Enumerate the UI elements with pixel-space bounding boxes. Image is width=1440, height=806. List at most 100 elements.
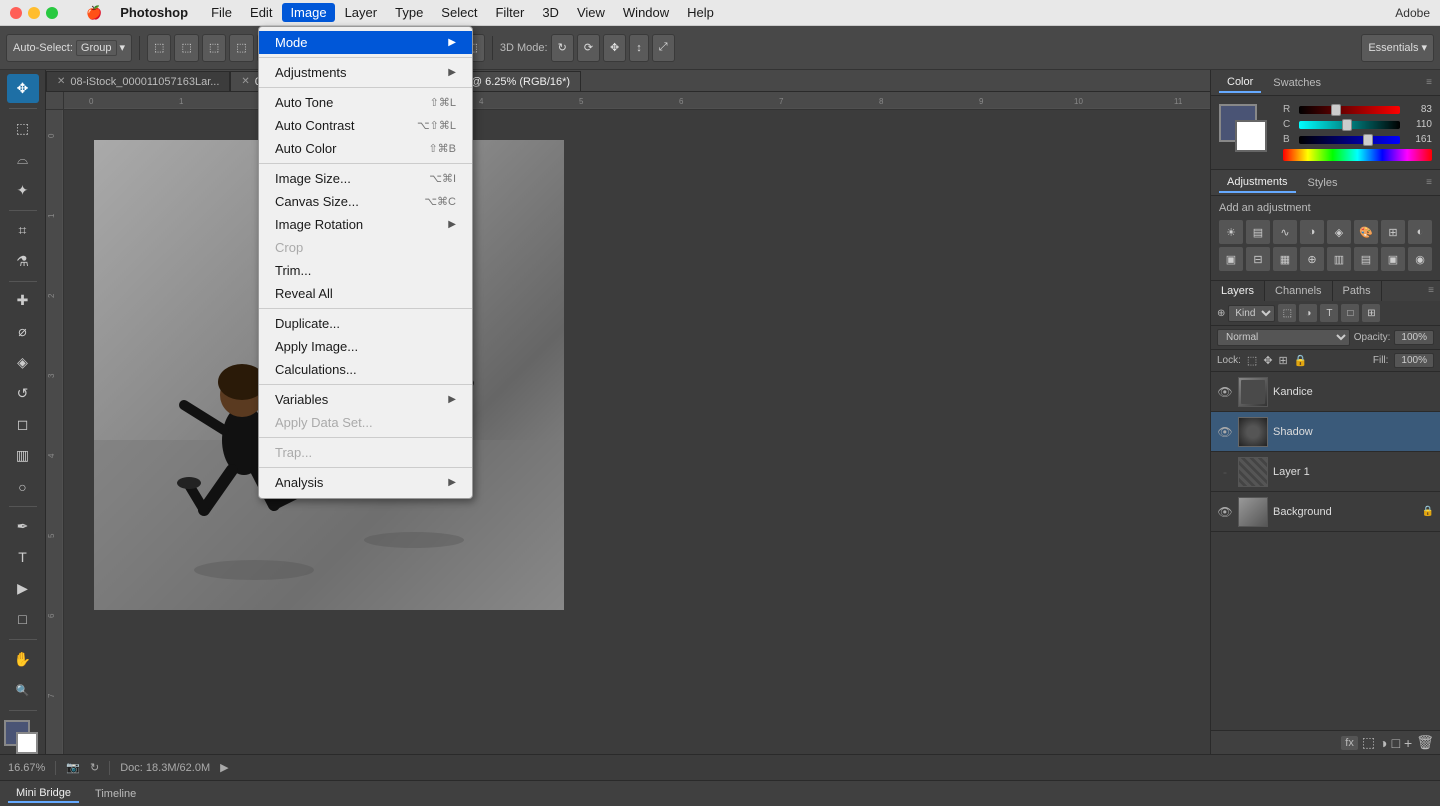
lock-artboard-icon[interactable]: ⊞ [1279,354,1288,367]
layer-item-shadow[interactable]: 👁 Shadow [1211,412,1440,452]
apple-menu[interactable]: 🍎 [78,3,110,23]
adj-curves-icon[interactable]: ∿ [1273,220,1297,244]
lock-all-icon[interactable]: 🔒 [1294,354,1308,367]
layers-fx-button[interactable]: fx [1341,736,1358,750]
pen-tool[interactable]: ✒ [7,512,39,541]
menu-item-analysis[interactable]: Analysis ▶ [259,471,472,494]
adj-photofilter-icon[interactable]: ▣ [1219,247,1243,271]
edit-menu[interactable]: Edit [242,3,280,22]
menu-item-duplicate[interactable]: Duplicate... [259,312,472,335]
layer-menu[interactable]: Layer [337,3,386,22]
menu-item-mode[interactable]: Mode ▶ [259,31,472,54]
layer-visibility-shadow[interactable]: 👁 [1217,425,1233,439]
adj-colorbalance-icon[interactable]: ⊞ [1381,220,1405,244]
3d-slide-btn[interactable]: ↕ [629,34,649,62]
align-btn-2[interactable]: ⬚ [174,34,198,62]
window-menu[interactable]: Window [615,3,677,22]
paths-tab[interactable]: Paths [1333,281,1382,301]
blend-mode-select[interactable]: Normal [1217,329,1350,346]
crop-tool[interactable]: ⌗ [7,216,39,245]
channels-tab[interactable]: Channels [1265,281,1332,301]
layers-tab[interactable]: Layers [1211,281,1265,301]
brush-tool[interactable]: ⌀ [7,317,39,346]
add-mask-button[interactable]: ⬚ [1362,734,1375,751]
3d-pan-btn[interactable]: ✥ [603,34,626,62]
3d-rotate-btn[interactable]: ↻ [551,34,574,62]
align-btn-1[interactable]: ⬚ [147,34,171,62]
layer-filter-pixel[interactable]: ⬚ [1278,304,1296,322]
help-menu[interactable]: Help [679,3,722,22]
align-btn-4[interactable]: ⬚ [229,34,253,62]
lasso-tool[interactable]: ⌓ [7,145,39,174]
adjustments-panel-expand-icon[interactable]: ≡ [1426,177,1432,188]
color-spectrum[interactable] [1283,149,1432,161]
add-group-button[interactable]: □ [1392,735,1400,751]
move-tool[interactable]: ✥ [7,74,39,103]
select-menu[interactable]: Select [433,3,485,22]
layer-visibility-kandice[interactable]: 👁 [1217,385,1233,399]
adj-hue-icon[interactable]: 🎨 [1354,220,1378,244]
lock-position-icon[interactable]: ✥ [1263,354,1272,367]
adj-posterize-icon[interactable]: ▥ [1327,247,1351,271]
maximize-button[interactable] [46,7,58,19]
essentials-dropdown[interactable]: Essentials ▾ [1361,34,1434,62]
menu-item-auto-tone[interactable]: Auto Tone ⇧⌘L [259,91,472,114]
menu-item-apply-image[interactable]: Apply Image... [259,335,472,358]
close-icon-tab2[interactable]: ✕ [241,76,249,87]
eraser-tool[interactable]: ◻ [7,410,39,439]
adj-vibrance-icon[interactable]: ◈ [1327,220,1351,244]
hand-tool[interactable]: ✋ [7,645,39,674]
eyedropper-tool[interactable]: ⚗ [7,247,39,276]
menu-item-canvas-size[interactable]: Canvas Size... ⌥⌘C [259,190,472,213]
adj-exposure-icon[interactable]: ◑ [1300,220,1324,244]
kind-filter-select[interactable]: Kind [1228,305,1275,322]
group-select-dropdown[interactable]: Group [76,40,117,56]
add-layer-button[interactable]: + [1404,735,1412,751]
layer-item-layer1[interactable]: - Layer 1 [1211,452,1440,492]
adj-bw-icon[interactable]: ◐ [1408,220,1432,244]
gradient-tool[interactable]: ▥ [7,441,39,470]
minimize-button[interactable] [28,7,40,19]
layers-panel-expand-icon[interactable]: ≡ [1422,281,1440,301]
swatches-tab[interactable]: Swatches [1265,74,1329,92]
menu-item-auto-contrast[interactable]: Auto Contrast ⌥⇧⌘L [259,114,472,137]
history-brush[interactable]: ↺ [7,379,39,408]
b-slider[interactable] [1363,134,1373,146]
background-swatch[interactable] [1235,120,1267,152]
photoshop-menu[interactable]: Photoshop [112,3,196,22]
rectangle-tool[interactable]: □ [7,605,39,634]
type-tool[interactable]: T [7,543,39,572]
filter-menu[interactable]: Filter [487,3,532,22]
layer-visibility-background[interactable]: 👁 [1217,505,1233,519]
status-arrow-icon[interactable]: ▶ [220,761,228,774]
r-slider[interactable] [1331,104,1341,116]
marquee-tool[interactable]: ⬚ [7,114,39,143]
path-select-tool[interactable]: ▶ [7,574,39,603]
adj-levels-icon[interactable]: ▤ [1246,220,1270,244]
dodge-tool[interactable]: ○ [7,472,39,501]
background-color[interactable] [16,732,38,754]
3d-menu[interactable]: 3D [534,3,567,22]
file-menu[interactable]: File [203,3,240,22]
menu-item-calculations[interactable]: Calculations... [259,358,472,381]
opacity-value[interactable]: 100% [1394,330,1434,345]
color-tab[interactable]: Color [1219,73,1261,93]
lock-pixel-icon[interactable]: ⬚ [1247,354,1257,367]
adjustments-tab[interactable]: Adjustments [1219,173,1296,193]
layer-filter-type[interactable]: T [1320,304,1338,322]
c-slider[interactable] [1342,119,1352,131]
layer-visibility-layer1[interactable]: - [1217,465,1233,479]
type-menu[interactable]: Type [387,3,431,22]
menu-item-trap[interactable]: Trap... [259,441,472,464]
adj-threshold-icon[interactable]: ▤ [1354,247,1378,271]
menu-item-crop[interactable]: Crop [259,236,472,259]
menu-item-auto-color[interactable]: Auto Color ⇧⌘B [259,137,472,160]
clone-tool[interactable]: ◈ [7,348,39,377]
delete-layer-button[interactable]: 🗑 [1416,734,1434,751]
adj-selective-color-icon[interactable]: ◉ [1408,247,1432,271]
close-icon-tab1[interactable]: ✕ [57,76,65,87]
menu-item-apply-data-set[interactable]: Apply Data Set... [259,411,472,434]
menu-item-variables[interactable]: Variables ▶ [259,388,472,411]
add-adjustment-button[interactable]: ◑ [1379,735,1387,751]
3d-scale-btn[interactable]: ⤢ [652,34,675,62]
